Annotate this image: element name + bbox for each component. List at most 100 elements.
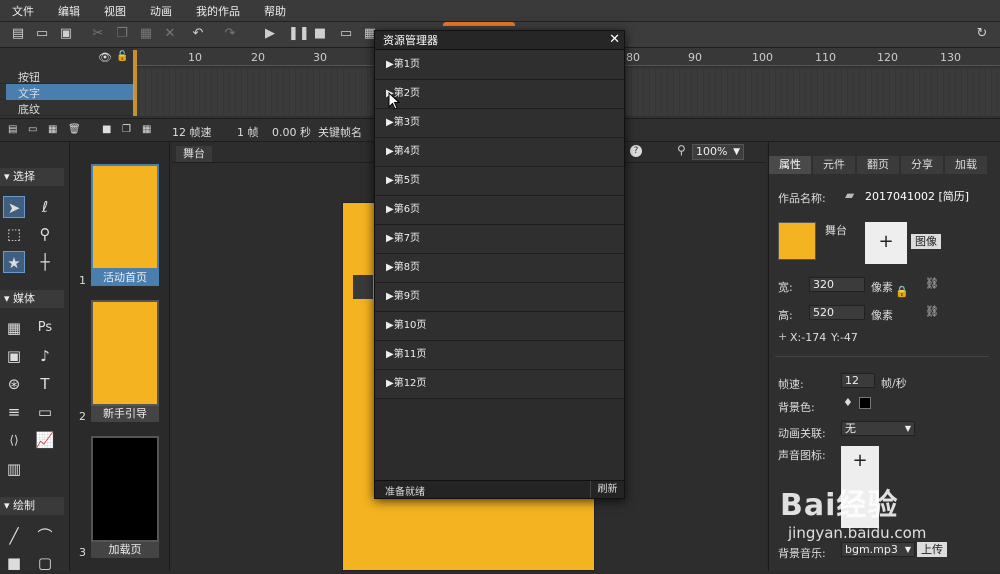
tab-properties[interactable]: 属性 [769, 156, 811, 174]
width-input[interactable]: 320 [809, 277, 865, 292]
menu-my-works[interactable]: 我的作品 [184, 3, 252, 19]
resource-item[interactable]: ▶第2页 [375, 80, 624, 109]
transform-icon[interactable]: ⬚ [3, 223, 25, 245]
menu-help[interactable]: 帮助 [252, 3, 298, 19]
curve-icon[interactable]: ⌒ [34, 525, 56, 547]
tab-load[interactable]: 加载 [945, 156, 987, 174]
copy-icon[interactable]: ❐ [114, 26, 130, 42]
new-file-icon[interactable]: ▤ [10, 26, 26, 42]
paste-icon[interactable]: ▦ [138, 26, 154, 42]
tab-pageflip[interactable]: 翻页 [857, 156, 899, 174]
chart-icon[interactable]: 📈 [34, 429, 56, 451]
anim-link-select[interactable]: 无 ▼ [841, 421, 915, 436]
height-input[interactable]: 520 [809, 305, 865, 320]
page-thumb-image [91, 300, 159, 406]
frame-icon[interactable]: ■ [102, 124, 111, 135]
menu-animation[interactable]: 动画 [138, 3, 184, 19]
delete-icon[interactable]: ✕ [162, 26, 178, 42]
fps-readout: 12 帧速 [172, 126, 212, 139]
eye-icon[interactable]: 👁 [98, 51, 112, 64]
add-image-button[interactable]: + [865, 222, 907, 264]
preview-icon[interactable]: ▭ [338, 26, 354, 42]
page-thumb[interactable]: 活动首页 1 [79, 164, 159, 287]
barcode-icon[interactable]: ▥ [3, 458, 25, 480]
arrow-icon[interactable]: ➤ [3, 196, 25, 218]
aspect-lock-icon[interactable]: 🔒 [895, 285, 909, 298]
menu-edit[interactable]: 编辑 [46, 3, 92, 19]
resource-item[interactable]: ▶第9页 [375, 283, 624, 312]
resource-item[interactable]: ▶第1页 [375, 51, 624, 80]
link-icon[interactable]: ⛓ [925, 305, 939, 318]
tab-stage[interactable]: 舞台 [176, 146, 212, 162]
refresh-button[interactable]: 刷新 [590, 481, 624, 498]
slide-icon[interactable]: ▭ [34, 401, 56, 423]
stop-icon[interactable]: ■ [312, 26, 328, 42]
trash-icon[interactable]: 🗑 [68, 124, 81, 135]
resource-item[interactable]: ▶第7页 [375, 225, 624, 254]
pause-icon[interactable]: ❚❚ [288, 26, 310, 42]
upload-button[interactable]: 上传 [917, 542, 947, 557]
delete-layer-icon[interactable]: ▦ [48, 124, 57, 135]
page-thumb[interactable]: 加载页 3 [79, 436, 159, 559]
resource-item[interactable]: ▶第3页 [375, 109, 624, 138]
line-icon[interactable]: ╱ [3, 525, 25, 547]
resource-item[interactable]: ▶第6页 [375, 196, 624, 225]
fps-input[interactable]: 12 [841, 373, 875, 388]
link-icon[interactable]: ⛓ [925, 277, 939, 290]
resource-item[interactable]: ▶第12页 [375, 370, 624, 399]
redo-icon[interactable]: ↷ [222, 26, 238, 42]
section-select-header[interactable]: ▾ 选择 [0, 168, 64, 186]
grid-icon[interactable]: ▦ [3, 317, 25, 339]
resource-item[interactable]: ▶第11页 [375, 341, 624, 370]
section-draw-header[interactable]: ▾ 绘制 [0, 497, 64, 515]
paint-bucket-icon[interactable]: ♦ [843, 396, 853, 409]
star-icon[interactable]: ★ [3, 251, 25, 273]
sound-icon[interactable]: ♪ [34, 345, 56, 367]
tab-components[interactable]: 元件 [813, 156, 855, 174]
section-media-header[interactable]: ▾ 媒体 [0, 290, 64, 308]
tab-share[interactable]: 分享 [901, 156, 943, 174]
refresh-icon[interactable]: ↻ [974, 26, 990, 42]
zoom-select[interactable]: 100% ▼ [692, 144, 744, 160]
undo-icon[interactable]: ↶ [190, 26, 206, 42]
page-thumb[interactable]: 新手引导 2 [79, 300, 159, 423]
save-icon[interactable]: ▣ [58, 26, 74, 42]
paste-frame-icon[interactable]: ▦ [142, 124, 151, 135]
music-select[interactable]: bgm.mp3 ▼ [841, 542, 915, 557]
work-name[interactable]: 2017041002 [简历] [865, 188, 969, 204]
add-layer-icon[interactable]: ▤ [8, 124, 17, 135]
image-button[interactable]: 图像 [911, 234, 941, 249]
code-icon[interactable]: ⟨⟩ [3, 429, 25, 451]
play-icon[interactable]: ▶ [262, 26, 278, 42]
lasso-icon[interactable]: ℓ [34, 196, 56, 218]
menu-file[interactable]: 文件 [0, 3, 46, 19]
search-icon[interactable]: ⚲ [677, 143, 686, 157]
playhead[interactable] [133, 50, 137, 116]
ps-icon[interactable]: Ps [34, 317, 56, 339]
text-icon[interactable]: T [34, 373, 56, 395]
paragraph-icon[interactable]: ≡ [3, 401, 25, 423]
open-folder-icon[interactable]: ▭ [34, 26, 50, 42]
ruler-tick: 80 [626, 51, 640, 64]
resource-item[interactable]: ▶第5页 [375, 167, 624, 196]
help-icon[interactable]: ? [630, 145, 642, 157]
close-icon[interactable]: ✕ [609, 32, 620, 47]
copy-frame-icon[interactable]: ❐ [122, 124, 131, 135]
menu-view[interactable]: 视图 [92, 3, 138, 19]
mouse-cursor-icon [388, 92, 400, 110]
lock-icon[interactable]: 🔓 [116, 51, 128, 62]
add-folder-icon[interactable]: ▭ [28, 124, 37, 135]
bg-color-swatch[interactable] [859, 397, 871, 409]
cut-icon[interactable]: ✂ [90, 26, 106, 42]
resource-item[interactable]: ▶第8页 [375, 254, 624, 283]
magnify-icon[interactable]: ⚲ [34, 223, 56, 245]
resource-item[interactable]: ▶第4页 [375, 138, 624, 167]
canvas-element[interactable] [353, 275, 373, 299]
anim-link-label: 动画关联: [778, 427, 826, 440]
resource-item[interactable]: ▶第10页 [375, 312, 624, 341]
image-icon[interactable]: ▣ [3, 345, 25, 367]
film-icon[interactable]: ⊛ [3, 373, 25, 395]
guide-icon[interactable]: ┼ [34, 251, 56, 273]
height-unit: 像素 [871, 309, 893, 322]
dialog-status: 准备就绪 [385, 487, 425, 498]
